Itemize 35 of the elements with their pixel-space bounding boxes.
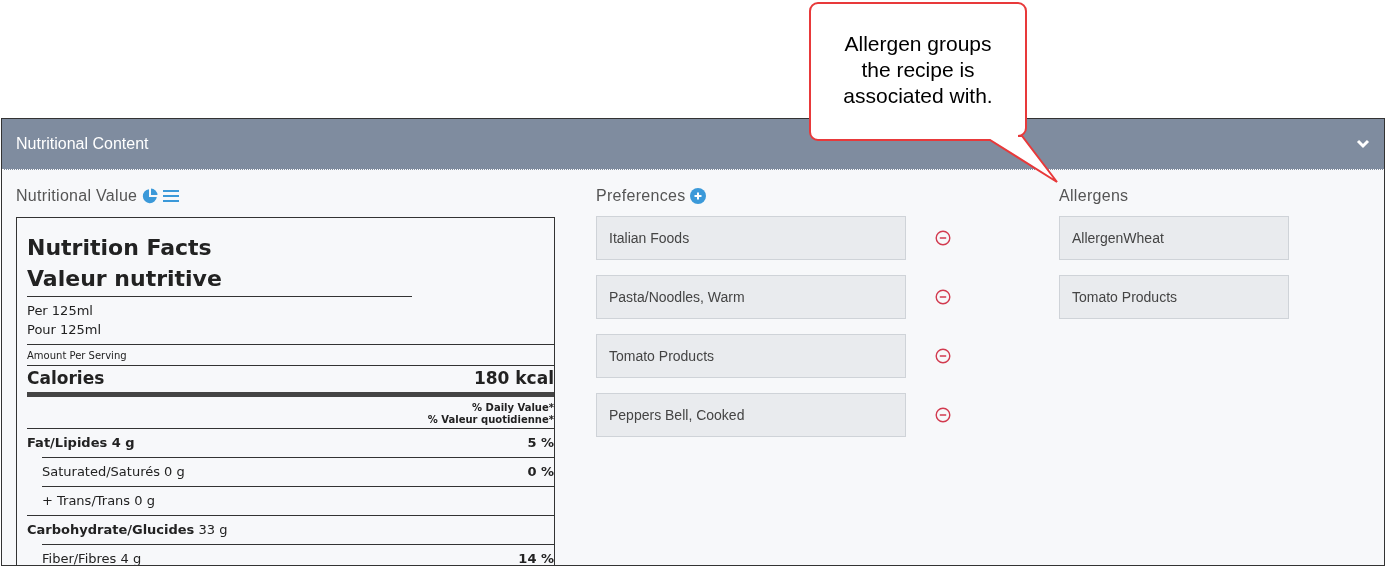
nutrient-label: Carbohydrate/Glucides 33 g: [27, 521, 228, 540]
nutrient-label: Fat/Lipides 4 g: [27, 434, 135, 453]
preference-tag: Italian Foods: [596, 216, 906, 260]
remove-icon[interactable]: [935, 348, 951, 364]
label-title: Nutrition Facts: [27, 234, 213, 262]
add-icon[interactable]: [689, 188, 706, 204]
preference-tag: Tomato Products: [596, 334, 906, 378]
pie-chart-icon[interactable]: [142, 188, 159, 204]
remove-icon[interactable]: [935, 230, 951, 246]
preference-tag: Pasta/Noodles, Warm: [596, 275, 906, 319]
section-heading: Allergens: [1059, 186, 1129, 206]
calories-label: Calories: [27, 367, 105, 391]
daily-value: 14 %: [518, 550, 554, 565]
daily-value-heading: % Valeur quotidienne*: [427, 414, 554, 426]
label-title: Valeur nutritive: [27, 265, 223, 293]
calories-value: 180 kcal: [473, 367, 554, 391]
section-heading: Nutritional Value: [16, 186, 138, 206]
remove-icon[interactable]: [935, 407, 951, 423]
list-icon[interactable]: [163, 189, 180, 203]
allergen-tag: AllergenWheat: [1059, 216, 1289, 260]
daily-value: 5 %: [527, 434, 554, 453]
nutrient-label: + Trans/Trans 0 g: [42, 492, 155, 511]
daily-value-heading: % Daily Value*: [472, 402, 554, 414]
daily-value: 0 %: [527, 463, 554, 482]
remove-icon[interactable]: [935, 289, 951, 305]
chevron-down-icon[interactable]: [1356, 139, 1370, 149]
serving-size: Per 125ml: [27, 302, 94, 320]
serving-size: Pour 125ml: [27, 321, 103, 339]
preference-tag: Peppers Bell, Cooked: [596, 393, 906, 437]
section-heading: Preferences: [596, 186, 686, 206]
allergen-tag: Tomato Products: [1059, 275, 1289, 319]
amount-caption: Amount Per Serving: [27, 349, 128, 363]
panel-title: Nutritional Content: [16, 134, 149, 154]
nutrient-label: Saturated/Saturés 0 g: [42, 463, 185, 482]
callout-text: Allergen groups the recipe is associated with.: [842, 31, 994, 109]
